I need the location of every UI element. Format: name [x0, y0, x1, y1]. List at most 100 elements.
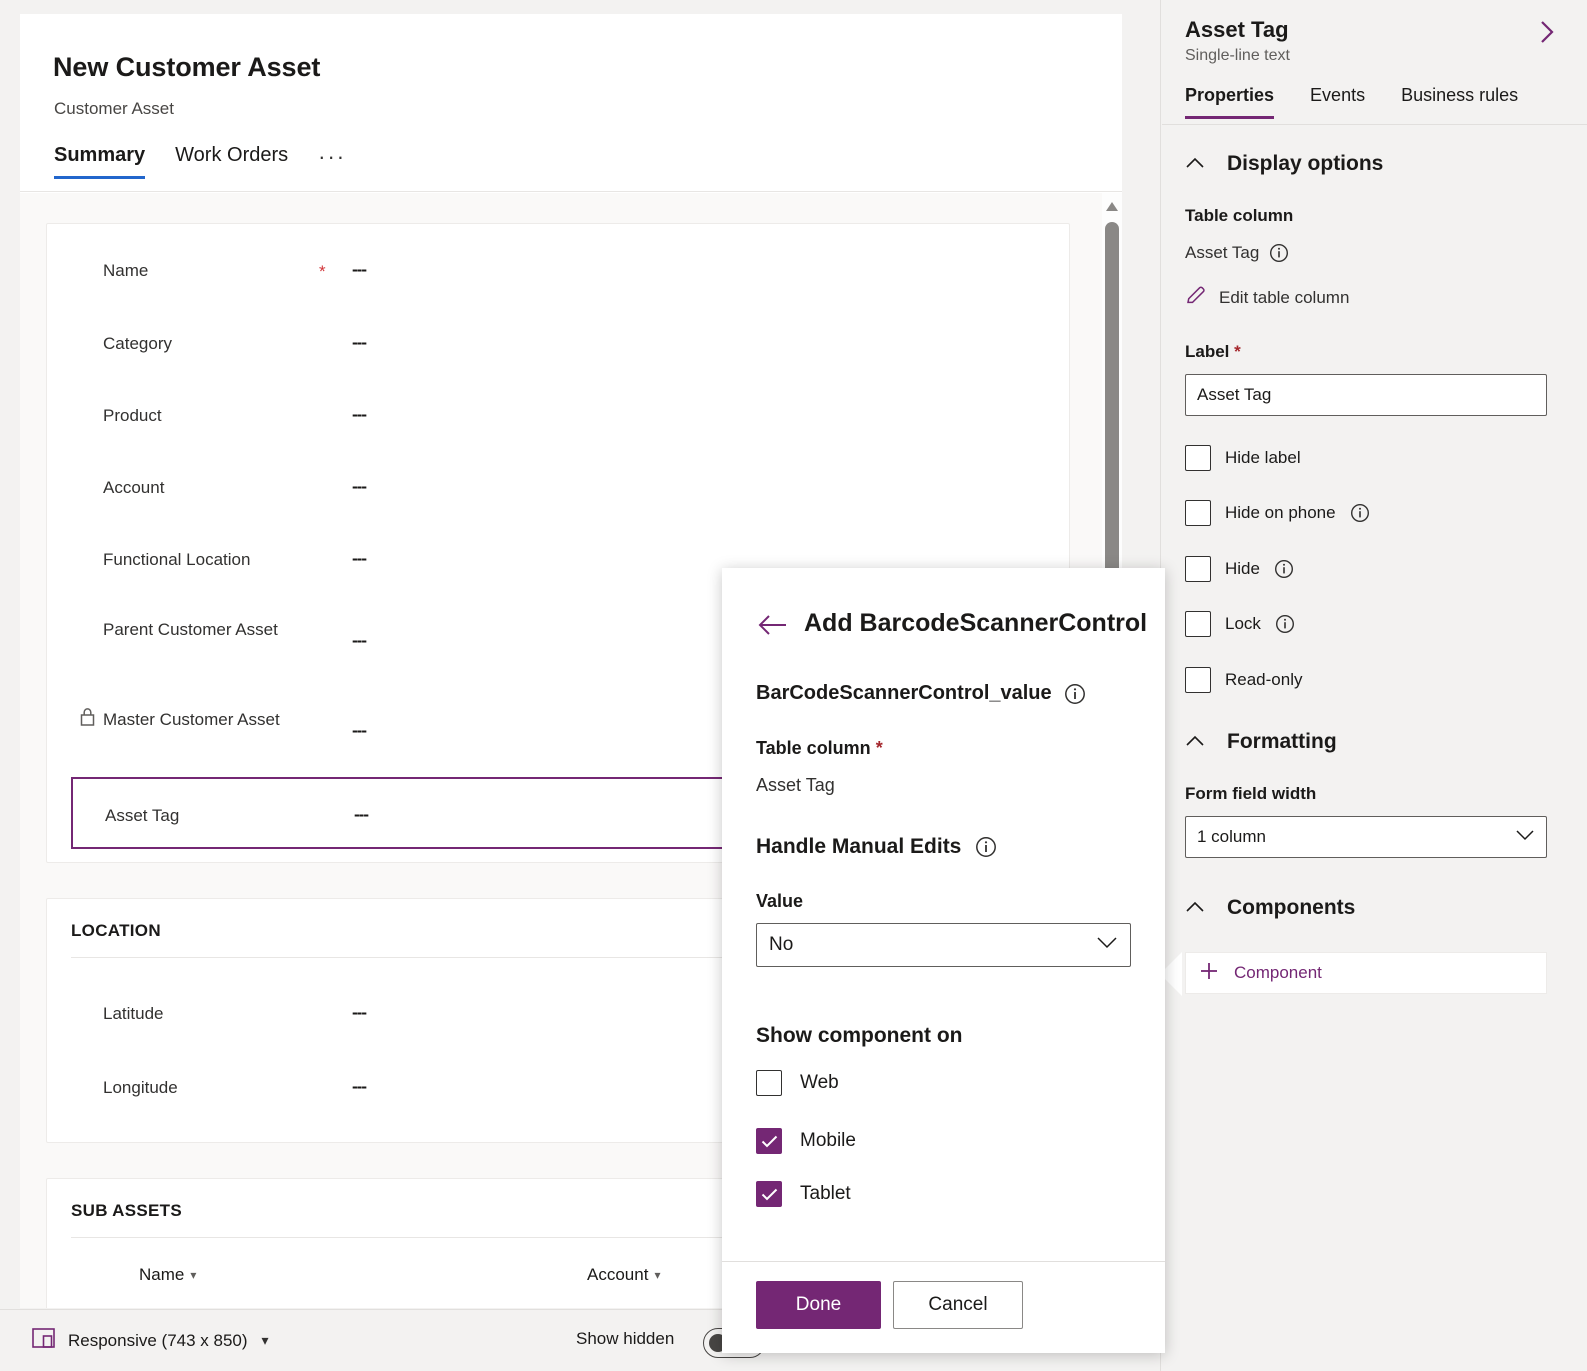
field-label-functional-location: Functional Location — [103, 550, 251, 569]
form-field-width-select[interactable]: 1 column — [1185, 816, 1547, 858]
field-label-longitude: Longitude — [103, 1078, 178, 1097]
tab-events[interactable]: Events — [1310, 85, 1365, 119]
column-header-name[interactable]: Name ▾ — [139, 1265, 196, 1285]
field-label-category: Category — [103, 334, 172, 353]
chevron-down-icon — [1096, 936, 1118, 954]
plus-icon — [1198, 960, 1220, 987]
tab-business-rules[interactable]: Business rules — [1401, 85, 1518, 119]
field-label-name: Name — [103, 261, 149, 280]
checkbox-label: Hide on phone — [1225, 503, 1336, 522]
field-value-parent-customer-asset: --- — [352, 631, 367, 650]
tab-summary[interactable]: Summary — [54, 144, 146, 179]
group-header-components[interactable]: Components — [1185, 896, 1355, 920]
add-component-button[interactable]: Component — [1185, 952, 1547, 994]
checkbox-label: Web — [800, 1072, 839, 1093]
checkbox-box — [1185, 445, 1211, 471]
done-button[interactable]: Done — [756, 1281, 881, 1329]
responsive-size-selector[interactable]: Responsive (743 x 850) ▾ — [32, 1327, 269, 1354]
checkbox-hide-on-phone[interactable]: Hide on phone — [1185, 500, 1370, 526]
field-label-latitude: Latitude — [103, 1004, 164, 1023]
add-component-dialog: Add BarcodeScannerControl BarCodeScanner… — [722, 568, 1165, 1353]
field-value-latitude: --- — [352, 1003, 367, 1022]
dialog-subtitle: BarCodeScannerControl_value — [756, 682, 1052, 704]
show-hidden-label: Show hidden — [576, 1329, 675, 1348]
info-icon[interactable] — [1275, 614, 1295, 634]
info-icon[interactable] — [1269, 243, 1289, 263]
selected-value: 1 column — [1197, 827, 1266, 846]
dialog-value-select[interactable]: No — [756, 923, 1131, 967]
column-header-label: Account — [587, 1265, 649, 1284]
info-icon[interactable] — [1274, 559, 1294, 579]
back-arrow-icon[interactable] — [758, 614, 788, 640]
required-marker: * — [1229, 342, 1241, 361]
info-icon[interactable] — [975, 836, 997, 858]
checkbox-box — [1185, 500, 1211, 526]
canvas-scrollbar-thumb[interactable] — [1105, 222, 1119, 612]
properties-panel-subtitle: Single-line text — [1185, 47, 1290, 64]
tab-overflow-button[interactable]: ··· — [318, 144, 346, 182]
handle-manual-edits-label: Handle Manual Edits — [756, 835, 962, 858]
section-title-sub-assets: SUB ASSETS — [71, 1201, 183, 1220]
field-row[interactable]: Product --- — [47, 405, 1069, 441]
checkbox-box — [756, 1128, 782, 1154]
checkbox-hide[interactable]: Hide — [1185, 556, 1294, 582]
chevron-down-icon — [1515, 828, 1535, 846]
field-value-longitude: --- — [352, 1077, 367, 1096]
checkbox-tablet[interactable]: Tablet — [756, 1181, 851, 1207]
edit-table-column-link[interactable]: Edit table column — [1185, 284, 1349, 311]
field-row[interactable]: Name * --- — [47, 260, 1069, 296]
section-title-location: LOCATION — [71, 921, 161, 940]
chevron-up-icon — [1185, 156, 1205, 173]
form-tabstrip: Summary Work Orders ··· — [54, 144, 346, 182]
responsive-size-label: Responsive (743 x 850) — [68, 1330, 248, 1350]
required-marker: * — [319, 262, 326, 281]
group-title: Display options — [1227, 152, 1384, 175]
checkbox-lock[interactable]: Lock — [1185, 611, 1295, 637]
field-value-product: --- — [352, 405, 367, 424]
checkbox-label: Mobile — [800, 1130, 856, 1151]
chevron-up-icon — [1185, 734, 1205, 751]
dialog-title: Add BarcodeScannerControl — [804, 609, 1148, 637]
info-icon[interactable] — [1350, 503, 1370, 523]
column-header-label: Name — [139, 1265, 185, 1284]
checkbox-box — [756, 1181, 782, 1207]
info-icon[interactable] — [1064, 683, 1086, 705]
checkbox-box — [1185, 611, 1211, 637]
cancel-button[interactable]: Cancel — [893, 1281, 1023, 1329]
label-input[interactable] — [1185, 374, 1547, 416]
page-title: New Customer Asset — [53, 52, 321, 82]
label-field-text: Label — [1185, 342, 1230, 361]
checkbox-mobile[interactable]: Mobile — [756, 1128, 856, 1154]
tab-work-orders[interactable]: Work Orders — [175, 144, 288, 179]
expand-panel-chevron-right-icon[interactable] — [1531, 16, 1563, 48]
field-value-name: --- — [352, 260, 367, 279]
pencil-icon — [1185, 284, 1207, 311]
field-row[interactable]: Account --- — [47, 477, 1069, 513]
field-value-master-customer-asset: --- — [352, 721, 367, 740]
checkbox-box — [1185, 556, 1211, 582]
scroll-up-arrow-icon[interactable] — [1104, 198, 1120, 214]
group-title: Formatting — [1227, 730, 1337, 753]
field-label-product: Product — [103, 406, 162, 425]
form-header: New Customer Asset Customer Asset Summar… — [20, 14, 1122, 192]
checkbox-box — [756, 1070, 782, 1096]
properties-panel-tabs: Properties Events Business rules — [1185, 85, 1554, 119]
table-column-value: Asset Tag — [1185, 243, 1260, 262]
group-header-formatting[interactable]: Formatting — [1185, 730, 1337, 754]
handle-manual-edits-heading: Handle Manual Edits — [756, 835, 997, 859]
dialog-table-column-value: Asset Tag — [756, 775, 835, 795]
column-header-account[interactable]: Account ▾ — [587, 1265, 660, 1285]
field-row[interactable]: Category --- — [47, 333, 1069, 369]
selected-value: No — [769, 934, 794, 955]
divider — [722, 1261, 1165, 1262]
tab-properties[interactable]: Properties — [1185, 85, 1275, 119]
checkbox-hide-label[interactable]: Hide label — [1185, 445, 1301, 471]
field-label-parent-customer-asset: Parent Customer Asset — [103, 620, 278, 639]
group-header-display-options[interactable]: Display options — [1185, 152, 1383, 176]
checkbox-web[interactable]: Web — [756, 1070, 839, 1096]
field-label-account: Account — [103, 478, 165, 497]
required-marker: * — [870, 738, 883, 758]
properties-panel-title: Asset Tag — [1185, 17, 1289, 42]
properties-panel: Asset Tag Single-line text Properties Ev… — [1160, 0, 1587, 1371]
checkbox-read-only[interactable]: Read-only — [1185, 667, 1303, 693]
